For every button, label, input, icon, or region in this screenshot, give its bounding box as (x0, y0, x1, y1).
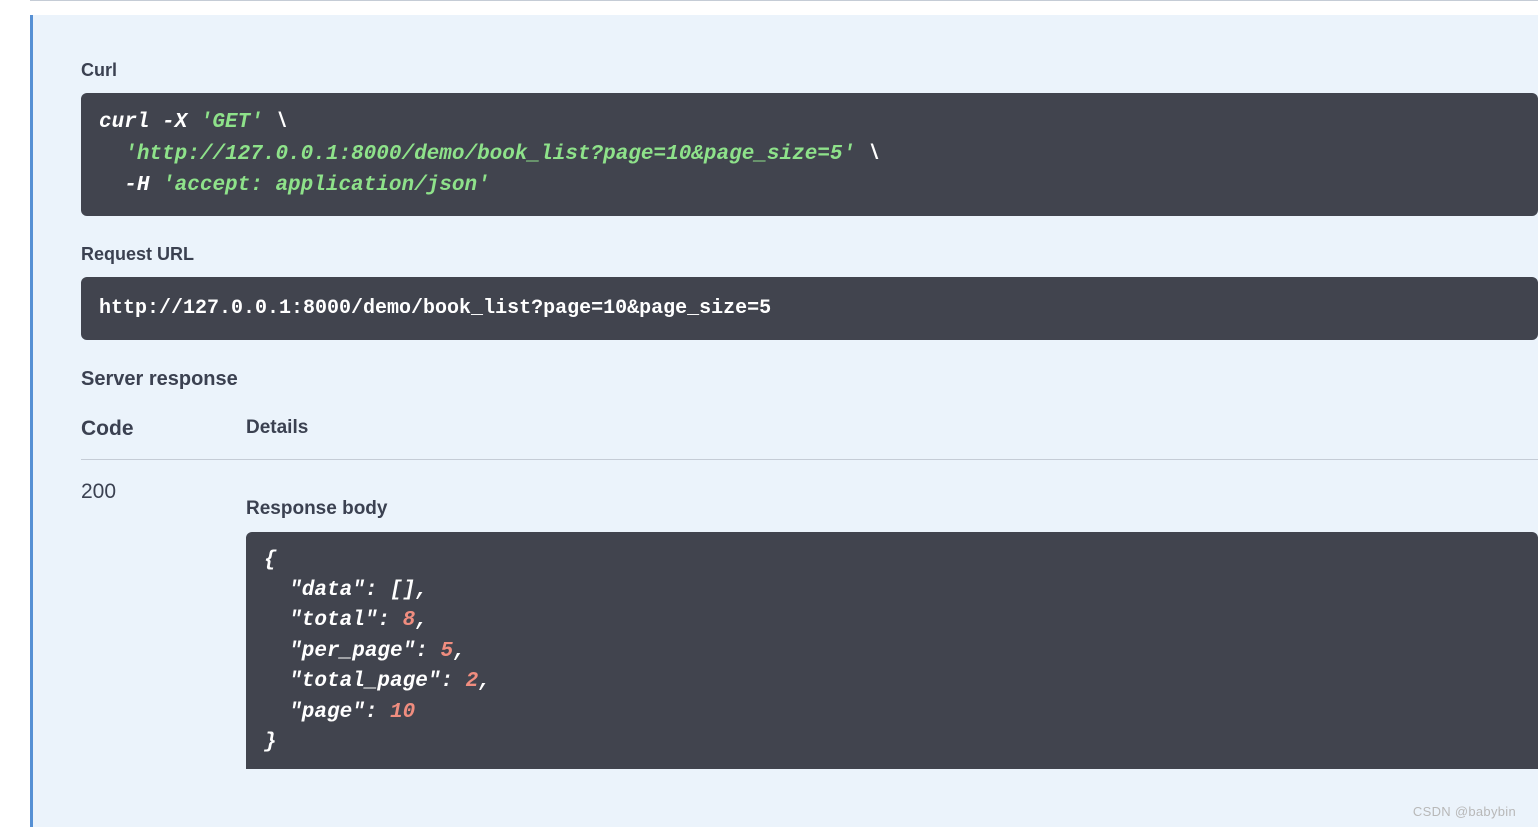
curl-text: curl -X (99, 111, 200, 134)
json-comma: , (453, 640, 466, 663)
json-brace-open: { (264, 549, 277, 572)
response-body-label: Response body (246, 498, 1538, 520)
json-key-data: "data" (264, 579, 365, 602)
json-brace-close: } (264, 731, 277, 754)
response-row: 200 Response body { "data": [], "total":… (81, 480, 1538, 769)
details-column: Response body { "data": [], "total": 8, … (246, 480, 1538, 769)
json-comma: , (478, 670, 491, 693)
response-table-header: Code Details (81, 417, 1538, 460)
json-colon: : (365, 579, 390, 602)
curl-backslash: \ (263, 111, 288, 134)
request-url-value: http://127.0.0.1:8000/demo/book_list?pag… (99, 297, 771, 320)
request-url-label: Request URL (81, 244, 1538, 265)
top-divider (30, 0, 1538, 1)
curl-code-block[interactable]: curl -X 'GET' \ 'http://127.0.0.1:8000/d… (81, 93, 1538, 216)
server-response-label: Server response (81, 368, 1538, 391)
curl-method: 'GET' (200, 111, 263, 134)
curl-indent (99, 143, 124, 166)
json-colon: : (365, 701, 390, 724)
json-value-total-page: 2 (466, 670, 479, 693)
json-value-total: 8 (403, 609, 416, 632)
json-value-page: 10 (390, 701, 415, 724)
curl-backslash: \ (855, 143, 880, 166)
curl-label: Curl (81, 60, 1538, 81)
json-key-page: "page" (264, 701, 365, 724)
json-value-data: [] (390, 579, 415, 602)
code-column-header: Code (81, 417, 246, 441)
json-colon: : (440, 670, 465, 693)
watermark: CSDN @babybin (1413, 804, 1516, 819)
curl-header: 'accept: application/json' (162, 174, 490, 197)
curl-flag: -H (124, 174, 162, 197)
request-url-block[interactable]: http://127.0.0.1:8000/demo/book_list?pag… (81, 277, 1538, 340)
json-value-per-page: 5 (440, 640, 453, 663)
json-comma: , (415, 609, 428, 632)
json-colon: : (415, 640, 440, 663)
json-key-total: "total" (264, 609, 377, 632)
response-body-block[interactable]: { "data": [], "total": 8, "per_page": 5,… (246, 532, 1538, 769)
response-panel: Curl curl -X 'GET' \ 'http://127.0.0.1:8… (30, 15, 1538, 827)
json-comma: , (415, 579, 428, 602)
json-colon: : (377, 609, 402, 632)
curl-url: 'http://127.0.0.1:8000/demo/book_list?pa… (124, 143, 855, 166)
status-code: 200 (81, 480, 246, 769)
details-column-header: Details (246, 417, 308, 441)
json-key-per-page: "per_page" (264, 640, 415, 663)
curl-indent (99, 174, 124, 197)
json-key-total-page: "total_page" (264, 670, 440, 693)
